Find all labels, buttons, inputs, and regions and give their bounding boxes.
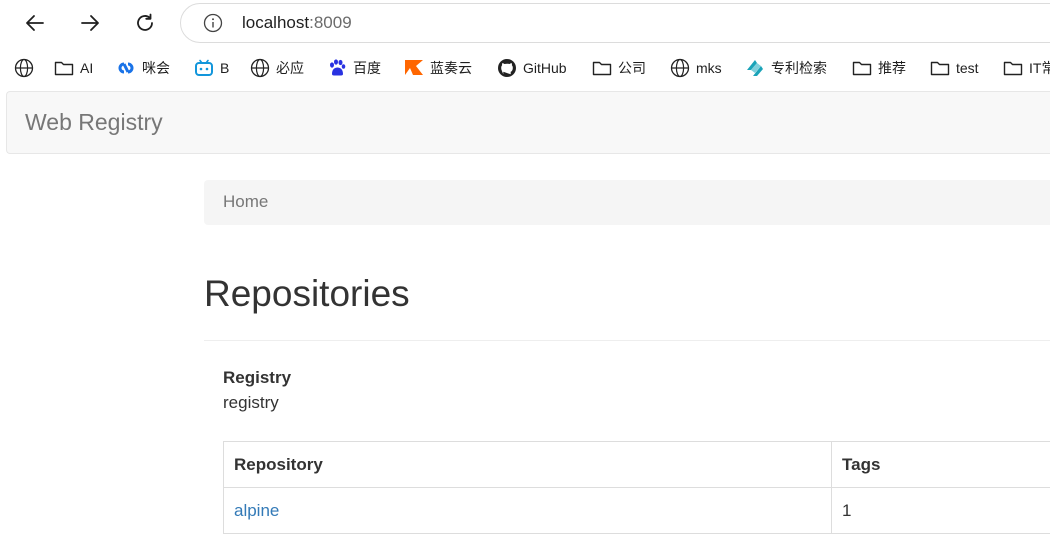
repository-cell: alpine — [223, 487, 832, 534]
browser-toolbar: localhost:8009 — [0, 0, 1050, 46]
bookmark-ai[interactable]: AI — [54, 56, 93, 80]
arrow-left-icon — [26, 15, 44, 31]
globe-icon — [250, 58, 270, 78]
url-port: :8009 — [309, 13, 352, 32]
bookmark-mks[interactable]: mks — [670, 56, 722, 80]
top-navbar: Web Registry — [6, 91, 1050, 154]
folder-icon — [54, 58, 74, 78]
url-host: localhost — [242, 13, 310, 32]
reload-icon — [137, 13, 153, 31]
tags-cell: 1 — [831, 487, 1050, 534]
column-header-tags: Tags — [831, 441, 1050, 488]
bookmark-label: 必应 — [276, 60, 304, 76]
bookmark-label: B — [220, 60, 230, 76]
bookmarks-bar: AI 咪会 B 必应 百度 蓝奏云 GitHub 公司 mks 专利检索 推荐 … — [0, 47, 1050, 89]
globe-icon — [670, 58, 690, 78]
folder-icon — [592, 58, 612, 78]
breadcrumb: Home — [204, 180, 1050, 225]
breadcrumb-home: Home — [223, 192, 269, 211]
address-bar[interactable]: localhost:8009 — [180, 3, 1050, 43]
reload-button[interactable] — [128, 6, 162, 40]
bookmark-b[interactable]: B — [194, 56, 229, 80]
loop-logo-icon — [116, 58, 136, 78]
bookmark-label: 百度 — [353, 60, 381, 76]
repository-table: Repository Tags alpine 1 — [223, 441, 1050, 534]
registry-value: registry — [223, 393, 279, 412]
bookmark-github[interactable]: GitHub — [497, 56, 567, 80]
folder-icon — [1003, 58, 1023, 78]
bookmark-recommend[interactable]: 推荐 — [852, 56, 906, 80]
flag-icon — [404, 58, 424, 78]
table-row: alpine 1 — [223, 487, 1050, 534]
page-content: Web Registry Home Repositories Registry … — [6, 91, 1050, 560]
bookmark-label: 公司 — [618, 60, 646, 76]
bookmark-company[interactable]: 公司 — [592, 56, 646, 80]
patent-logo-icon — [745, 58, 765, 78]
forward-button[interactable] — [73, 6, 107, 40]
bookmark-label: test — [956, 60, 979, 76]
brand-link[interactable]: Web Registry — [25, 109, 163, 136]
bookmark-patent[interactable]: 专利检索 — [745, 56, 827, 80]
globe-icon — [14, 58, 34, 78]
title-divider — [204, 340, 1050, 341]
page-title: Repositories — [204, 273, 410, 314]
bookmark-label: 推荐 — [878, 60, 906, 76]
bookmark-label: AI — [80, 60, 94, 76]
bookmark-mihui[interactable]: 咪会 — [116, 56, 170, 80]
column-header-repository: Repository — [223, 441, 832, 488]
bookmark-label: 蓝奏云 — [430, 60, 472, 76]
bookmark-label: IT常 — [1029, 60, 1050, 76]
bookmark-lanzou[interactable]: 蓝奏云 — [404, 56, 472, 80]
bookmark-label: GitHub — [523, 60, 567, 76]
repository-link[interactable]: alpine — [234, 501, 279, 520]
url-text[interactable]: localhost:8009 — [242, 13, 352, 33]
folder-icon — [852, 58, 872, 78]
table-header-row: Repository Tags — [223, 441, 1050, 488]
github-icon — [497, 58, 517, 78]
bookmark-label: mks — [696, 60, 722, 76]
bookmark-label: 专利检索 — [771, 60, 827, 76]
arrow-right-icon — [81, 15, 99, 31]
info-icon[interactable] — [203, 13, 223, 33]
bookmark-baidu[interactable]: 百度 — [327, 56, 381, 80]
bookmark-test[interactable]: test — [930, 56, 979, 80]
bookmark-label: 咪会 — [142, 60, 170, 76]
bookmark-it[interactable]: IT常 — [1003, 56, 1050, 80]
registry-label: Registry — [223, 368, 292, 387]
paw-icon — [327, 58, 347, 78]
bookmark-bing[interactable]: 必应 — [250, 56, 304, 80]
back-button[interactable] — [18, 6, 52, 40]
bilibili-icon — [194, 58, 214, 78]
folder-icon — [930, 58, 950, 78]
bookmark-globe[interactable] — [14, 56, 40, 80]
